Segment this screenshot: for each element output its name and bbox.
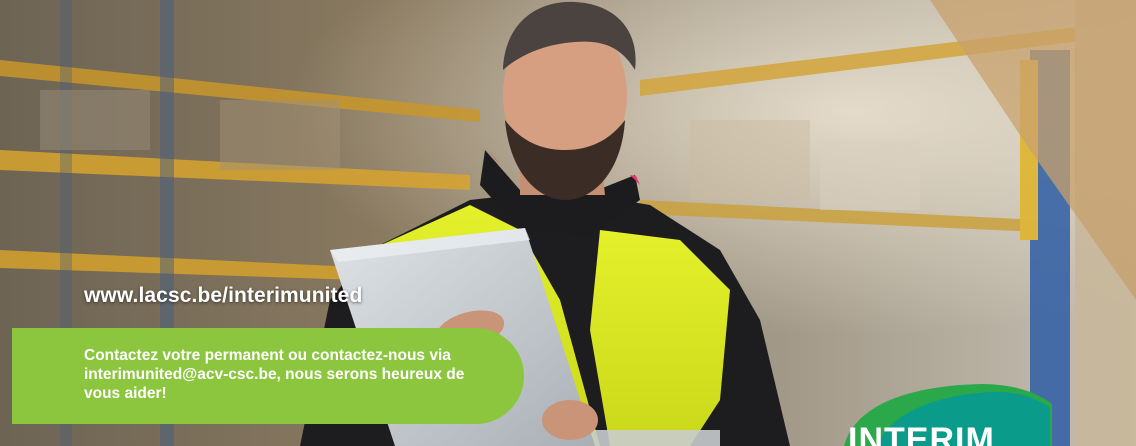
promo-banner: www.lacsc.be/interimunited Contactez vot…: [0, 0, 1136, 446]
interim-logo-text: INTERIM: [848, 421, 995, 446]
contact-callout-text: Contactez votre permanent ou contactez-n…: [84, 347, 465, 402]
contact-callout: Contactez votre permanent ou contactez-n…: [12, 328, 524, 424]
website-url[interactable]: www.lacsc.be/interimunited: [84, 284, 362, 308]
